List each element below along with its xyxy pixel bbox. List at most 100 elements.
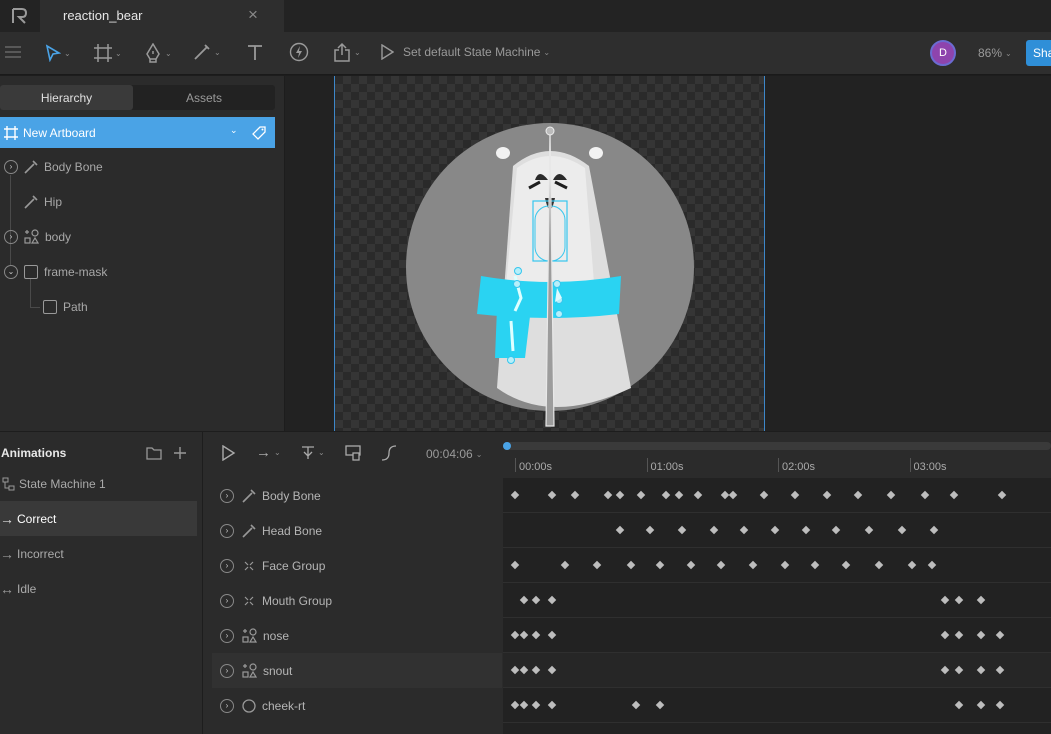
- keyframe-tracks[interactable]: [503, 478, 1051, 734]
- artboard-row[interactable]: New Artboard ⌄: [0, 117, 275, 148]
- hierarchy-item-hip[interactable]: Hip: [0, 184, 275, 219]
- time-ruler[interactable]: 00:00s 01:00s 02:00s 03:00s: [503, 456, 1051, 476]
- keyframe[interactable]: [547, 630, 557, 640]
- keyframe[interactable]: [739, 525, 749, 535]
- zoom-dropdown[interactable]: 86% ⌄: [978, 46, 1012, 60]
- rive-logo-icon[interactable]: [8, 6, 30, 26]
- keyframe[interactable]: [604, 490, 613, 500]
- keyframe[interactable]: [748, 560, 758, 570]
- hierarchy-item-body-bone[interactable]: › Body Bone: [0, 149, 275, 184]
- state-machine-dropdown[interactable]: Set default State Machine ⌄: [380, 44, 550, 60]
- keyframe[interactable]: [875, 560, 884, 570]
- expand-icon[interactable]: ›: [220, 628, 234, 643]
- timeline-scrollbar[interactable]: [503, 442, 1051, 450]
- expand-icon[interactable]: ›: [220, 663, 234, 678]
- export-icon[interactable]: ⌄: [333, 42, 361, 62]
- animation-item-correct[interactable]: → Correct: [0, 501, 197, 536]
- keyframe[interactable]: [531, 595, 541, 605]
- duration-dropdown[interactable]: 00:04:06 ⌄: [426, 447, 482, 461]
- keyframe[interactable]: [810, 560, 820, 570]
- keyframe[interactable]: [510, 700, 520, 710]
- keyframe[interactable]: [547, 700, 557, 710]
- expand-icon[interactable]: ›: [4, 229, 18, 244]
- keyframe[interactable]: [976, 630, 985, 640]
- avatar[interactable]: D: [930, 40, 956, 66]
- tab-close-icon[interactable]: ×: [248, 5, 258, 25]
- collapse-icon[interactable]: ⌄: [4, 264, 18, 279]
- expand-icon[interactable]: ›: [220, 698, 234, 713]
- keyframe[interactable]: [729, 490, 738, 500]
- keyframe[interactable]: [955, 700, 964, 710]
- track-row-nose[interactable]: › nose: [212, 618, 502, 653]
- keyframe[interactable]: [615, 525, 625, 535]
- keyframe[interactable]: [646, 525, 655, 535]
- playhead-handle[interactable]: [503, 442, 511, 450]
- track-row-mouth-group[interactable]: › Mouth Group: [212, 583, 502, 618]
- select-tool-icon[interactable]: ⌄: [45, 44, 71, 62]
- keyframe[interactable]: [930, 525, 939, 535]
- keyframe[interactable]: [519, 700, 529, 710]
- keyframe[interactable]: [531, 700, 541, 710]
- keyframe[interactable]: [955, 630, 964, 640]
- keyframe[interactable]: [801, 525, 810, 535]
- animation-item-state-machine[interactable]: State Machine 1: [0, 466, 197, 501]
- track-row-head-bone[interactable]: › Head Bone: [212, 513, 502, 548]
- keyframe[interactable]: [976, 595, 985, 605]
- keyframe[interactable]: [897, 525, 906, 535]
- hierarchy-item-path[interactable]: Path: [0, 289, 275, 324]
- keyframe[interactable]: [717, 560, 726, 570]
- keyframe[interactable]: [709, 525, 718, 535]
- expand-icon[interactable]: ›: [220, 593, 234, 608]
- keyframe[interactable]: [693, 490, 703, 500]
- keyframe[interactable]: [510, 630, 520, 640]
- chevron-down-icon[interactable]: ⌄: [230, 125, 238, 136]
- keyframe[interactable]: [955, 595, 964, 605]
- text-tool-icon[interactable]: [246, 43, 264, 61]
- track-row-cheek-rt[interactable]: › cheek-rt: [212, 688, 502, 723]
- snap-dropdown[interactable]: ⌄: [301, 444, 325, 460]
- tab-hierarchy[interactable]: Hierarchy: [0, 85, 133, 110]
- keyframe[interactable]: [842, 560, 851, 570]
- keyframe[interactable]: [686, 560, 696, 570]
- keyframe[interactable]: [790, 490, 800, 500]
- animation-item-incorrect[interactable]: → Incorrect: [0, 536, 197, 571]
- track-row-snout[interactable]: › snout: [212, 653, 502, 688]
- hierarchy-item-frame-mask[interactable]: ⌄ frame-mask: [0, 254, 275, 289]
- keyframe[interactable]: [822, 490, 831, 500]
- keyframe[interactable]: [949, 490, 959, 500]
- keyframe[interactable]: [995, 630, 1005, 640]
- keyframe[interactable]: [886, 490, 896, 500]
- artboard-canvas[interactable]: [334, 76, 765, 431]
- keyframe[interactable]: [940, 630, 950, 640]
- folder-icon[interactable]: [146, 446, 162, 460]
- keyframe[interactable]: [677, 525, 687, 535]
- keyframe[interactable]: [615, 490, 625, 500]
- keyframe[interactable]: [510, 490, 520, 500]
- loop-mode-dropdown[interactable]: → ⌄: [256, 444, 281, 461]
- event-tool-icon[interactable]: [289, 42, 309, 62]
- keyframe[interactable]: [531, 630, 541, 640]
- keyframe[interactable]: [519, 595, 529, 605]
- expand-icon[interactable]: ›: [4, 159, 18, 174]
- keyframe[interactable]: [853, 490, 863, 500]
- keyframe[interactable]: [519, 630, 529, 640]
- document-tab[interactable]: reaction_bear ×: [40, 0, 284, 32]
- keyframe[interactable]: [571, 490, 580, 500]
- keyframe[interactable]: [626, 560, 635, 570]
- share-button[interactable]: Sha: [1026, 40, 1051, 66]
- menu-icon[interactable]: [5, 45, 21, 59]
- track-row-face-group[interactable]: › Face Group: [212, 548, 502, 583]
- tab-assets[interactable]: Assets: [133, 85, 275, 110]
- keyframe[interactable]: [927, 560, 937, 570]
- keyframe[interactable]: [771, 525, 780, 535]
- keyframe[interactable]: [864, 525, 873, 535]
- keyframe[interactable]: [547, 490, 557, 500]
- play-icon[interactable]: [220, 445, 236, 461]
- keyframe[interactable]: [592, 560, 601, 570]
- keyframe[interactable]: [997, 490, 1006, 500]
- interpolation-icon[interactable]: [381, 445, 397, 461]
- keyframe[interactable]: [907, 560, 917, 570]
- track-row-body-bone[interactable]: › Body Bone: [212, 478, 502, 513]
- keyframe[interactable]: [655, 560, 664, 570]
- expand-icon[interactable]: ›: [220, 488, 234, 503]
